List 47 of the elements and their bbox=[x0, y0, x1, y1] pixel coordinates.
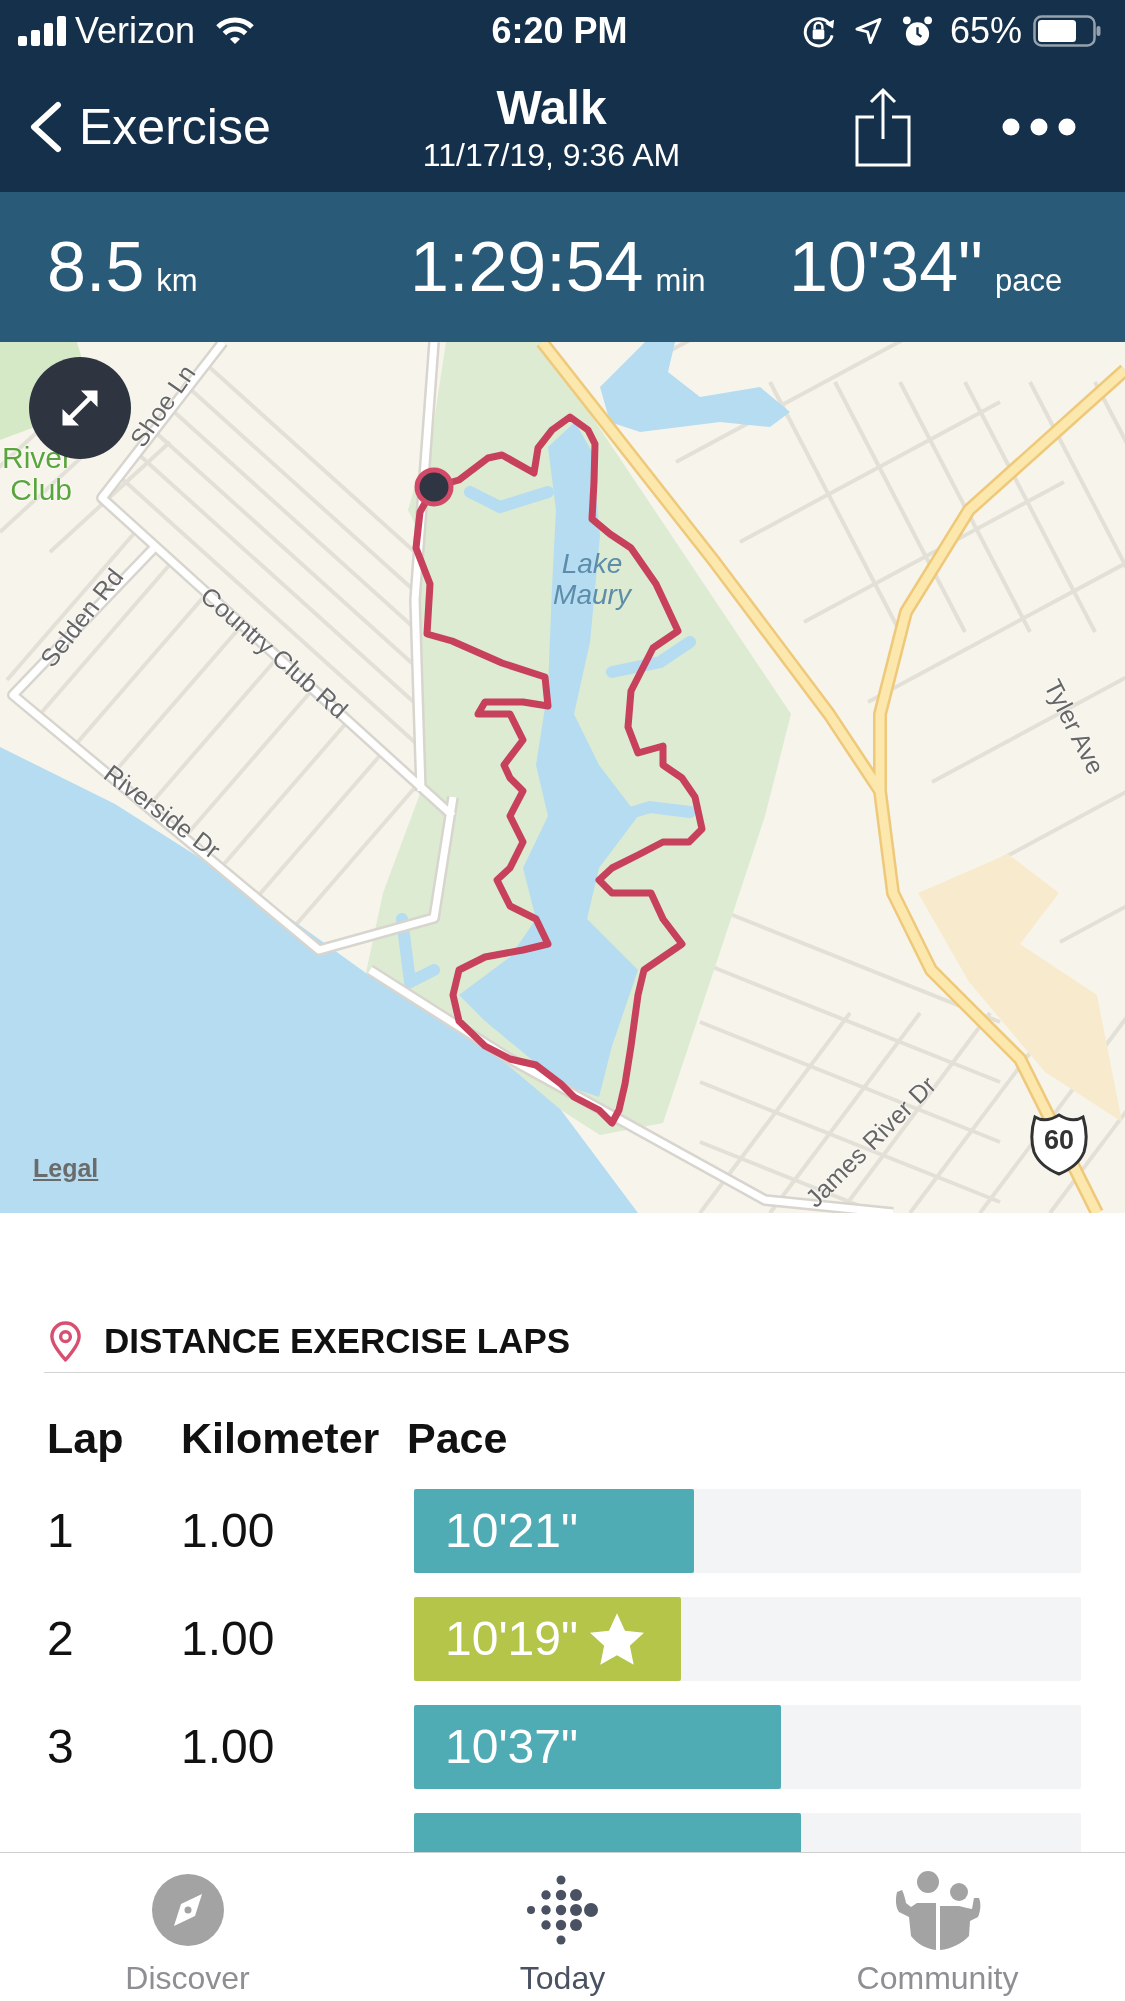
stat-unit: pace bbox=[994, 263, 1063, 299]
signal-icon bbox=[18, 16, 66, 46]
street-label: Tyler Ave bbox=[1038, 675, 1110, 779]
lap-number: 2 bbox=[47, 1612, 74, 1665]
lap-number: 3 bbox=[47, 1720, 74, 1773]
legal-link[interactable]: Legal bbox=[33, 1154, 99, 1183]
distance-cell: 1.00 bbox=[181, 1504, 275, 1557]
dots-logo-icon bbox=[526, 1875, 599, 1945]
share-button[interactable] bbox=[855, 87, 911, 167]
tab-bar-item[interactable]: Today bbox=[519, 1853, 606, 2001]
share-icon bbox=[855, 87, 911, 167]
star-icon bbox=[590, 1613, 644, 1665]
status-time: 6:20 PM bbox=[491, 10, 628, 52]
screen-subtitle: 11/17/19, 9:36 AM bbox=[422, 136, 681, 174]
location-pin-icon bbox=[49, 1320, 82, 1362]
section-title: DISTANCE EXERCISE LAPS bbox=[104, 1321, 571, 1361]
tab-bar-item[interactable]: Discover bbox=[125, 1853, 250, 2001]
lap-number: 1 bbox=[47, 1504, 74, 1557]
pace-value: 10'19" bbox=[445, 1611, 578, 1667]
lake-label: Lake Maury bbox=[552, 549, 633, 611]
distance-cell: 1.00 bbox=[181, 1612, 275, 1665]
alarm-clock-icon bbox=[901, 15, 933, 47]
pace-value: 10'21" bbox=[445, 1503, 578, 1559]
more-button[interactable] bbox=[1002, 118, 1076, 136]
park-label: River Club bbox=[1, 442, 72, 505]
column-header: Kilometer bbox=[181, 1413, 381, 1464]
battery-icon bbox=[1033, 15, 1101, 47]
location-arrow-icon bbox=[854, 17, 882, 45]
start-marker-icon bbox=[414, 467, 454, 507]
screen-title: Walk bbox=[496, 80, 607, 136]
route-number: 60 bbox=[1043, 1126, 1074, 1156]
stat-value: 10'34" bbox=[789, 227, 983, 307]
stat-unit: min bbox=[655, 263, 706, 299]
pace-value: 10'37" bbox=[445, 1719, 578, 1775]
stat-unit: km bbox=[156, 263, 198, 299]
compass-icon bbox=[151, 1874, 224, 1946]
stat-value: 8.5 bbox=[47, 227, 145, 307]
more-icon bbox=[1002, 118, 1076, 136]
column-header: Lap bbox=[47, 1413, 125, 1464]
tab-bar-item[interactable]: Community bbox=[856, 1853, 1019, 2001]
back-button[interactable]: Exercise bbox=[27, 97, 271, 157]
battery-percent: 65% bbox=[949, 10, 1022, 52]
carrier-name: Verizon bbox=[75, 10, 196, 52]
column-header: Pace bbox=[407, 1413, 509, 1464]
route-shield-icon bbox=[1029, 1112, 1089, 1176]
distance-cell: 1.00 bbox=[181, 1720, 275, 1773]
stat-value: 1:29:54 bbox=[410, 227, 644, 307]
